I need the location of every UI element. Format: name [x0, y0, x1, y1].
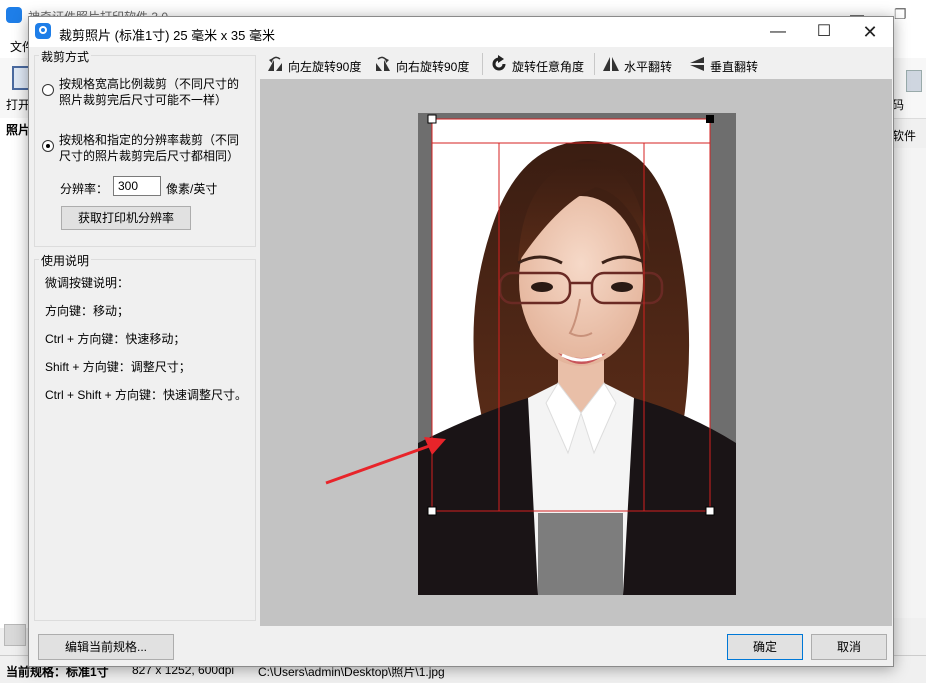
- crop-canvas[interactable]: [260, 79, 892, 626]
- app-icon: [6, 7, 22, 23]
- rotate-right-icon: [376, 56, 390, 71]
- software-panel-label: 软件: [892, 129, 917, 143]
- cancel-button[interactable]: 取消: [811, 634, 887, 660]
- flip-vertical-icon: [690, 57, 704, 71]
- ok-button[interactable]: 确定: [727, 634, 803, 660]
- close-icon[interactable]: ✕: [847, 17, 893, 47]
- rotate-any-angle-icon: [492, 55, 506, 71]
- minimize-icon[interactable]: —: [755, 17, 801, 47]
- crop-mode-group: 裁剪方式 按规格宽高比例裁剪（不同尺寸的 照片裁剪完后尺寸可能不一样） 按规格和…: [34, 48, 256, 247]
- help-line-1: 微调按键说明：: [45, 276, 130, 290]
- crop-by-ratio-radio[interactable]: [42, 84, 54, 96]
- open-label[interactable]: 打开: [6, 96, 30, 113]
- dialog-title-bar: 裁剪照片 (标准1寸) 25 毫米 x 35 毫米 — ☐ ✕: [29, 17, 893, 47]
- instructions-legend: 使用说明: [39, 252, 92, 269]
- toolbar-separator: [482, 53, 483, 75]
- instructions-group: 使用说明 微调按键说明： 方向键：移动； Ctrl + 方向键：快速移动； Sh…: [34, 252, 256, 621]
- photo-panel-label: 照片: [6, 123, 31, 137]
- resolution-unit: 像素/英寸: [166, 182, 218, 196]
- crop-by-resolution-label-line1[interactable]: 按规格和指定的分辨率裁剪（不同: [59, 132, 239, 148]
- toolbar-separator: [594, 53, 595, 75]
- right-panel: [892, 148, 926, 618]
- portrait-photo: [418, 114, 736, 595]
- crop-by-ratio-label-line1[interactable]: 按规格宽高比例裁剪（不同尺寸的: [59, 76, 239, 92]
- barcode-tool-icon[interactable]: [906, 70, 922, 92]
- crop-by-resolution-label-line2[interactable]: 尺寸的照片裁剪完后尺寸都相同）: [59, 148, 239, 164]
- flip-vertical-label: 垂直翻转: [710, 60, 759, 74]
- flip-horizontal-label: 水平翻转: [624, 60, 673, 74]
- background-restore-icon[interactable]: ❐: [894, 6, 907, 23]
- photo-list-panel: [0, 118, 29, 628]
- crop-by-resolution-radio[interactable]: [42, 140, 54, 152]
- resolution-input[interactable]: 300: [113, 176, 161, 196]
- dialog-app-icon: [35, 23, 51, 39]
- home-icon[interactable]: [4, 624, 26, 646]
- flip-horizontal-icon: [603, 57, 619, 71]
- edit-spec-button[interactable]: 编辑当前规格...: [38, 634, 174, 660]
- dialog-button-bar: 编辑当前规格... 确定 取消: [29, 626, 893, 666]
- help-line-4: Shift + 方向键：调整尺寸；: [45, 360, 191, 374]
- red-arrow-annotation: [325, 437, 446, 485]
- rotate-left-label: 向左旋转90度: [288, 60, 362, 74]
- get-printer-resolution-button[interactable]: 获取打印机分辨率: [61, 206, 191, 230]
- crop-photo-dialog: 裁剪照片 (标准1寸) 25 毫米 x 35 毫米 — ☐ ✕ 裁剪方式 按规格…: [28, 16, 894, 667]
- rotate-right-label: 向右旋转90度: [396, 60, 470, 74]
- photo-image[interactable]: [418, 113, 736, 595]
- rotate-any-angle-label: 旋转任意角度: [512, 60, 585, 74]
- help-line-2: 方向键：移动；: [45, 304, 130, 318]
- resolution-label: 分辨率：: [60, 182, 109, 196]
- maximize-icon[interactable]: ☐: [801, 17, 847, 47]
- image-toolbar: 向左旋转90度 向右旋转90度 旋转任意角度 水平翻转 垂直翻转: [260, 49, 892, 80]
- rotate-left-icon: [268, 56, 282, 71]
- help-line-3: Ctrl + 方向键：快速移动；: [45, 332, 186, 346]
- crop-by-ratio-label-line2[interactable]: 照片裁剪完后尺寸可能不一样）: [59, 92, 227, 108]
- crop-mode-legend: 裁剪方式: [39, 48, 92, 65]
- help-line-5: Ctrl + Shift + 方向键：快速调整尺寸。: [45, 388, 248, 402]
- dialog-title: 裁剪照片 (标准1寸) 25 毫米 x 35 毫米: [59, 28, 275, 43]
